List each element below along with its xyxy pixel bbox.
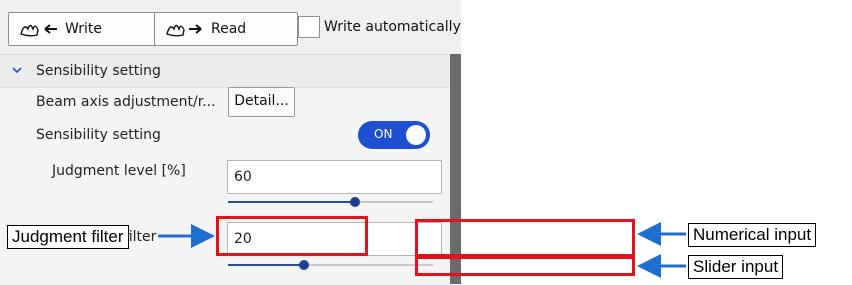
callout-slider-input: Slider input	[688, 255, 784, 279]
callout-numerical-input: Numerical input	[688, 223, 817, 247]
callout-judgment-filter: Judgment filter	[7, 225, 129, 249]
